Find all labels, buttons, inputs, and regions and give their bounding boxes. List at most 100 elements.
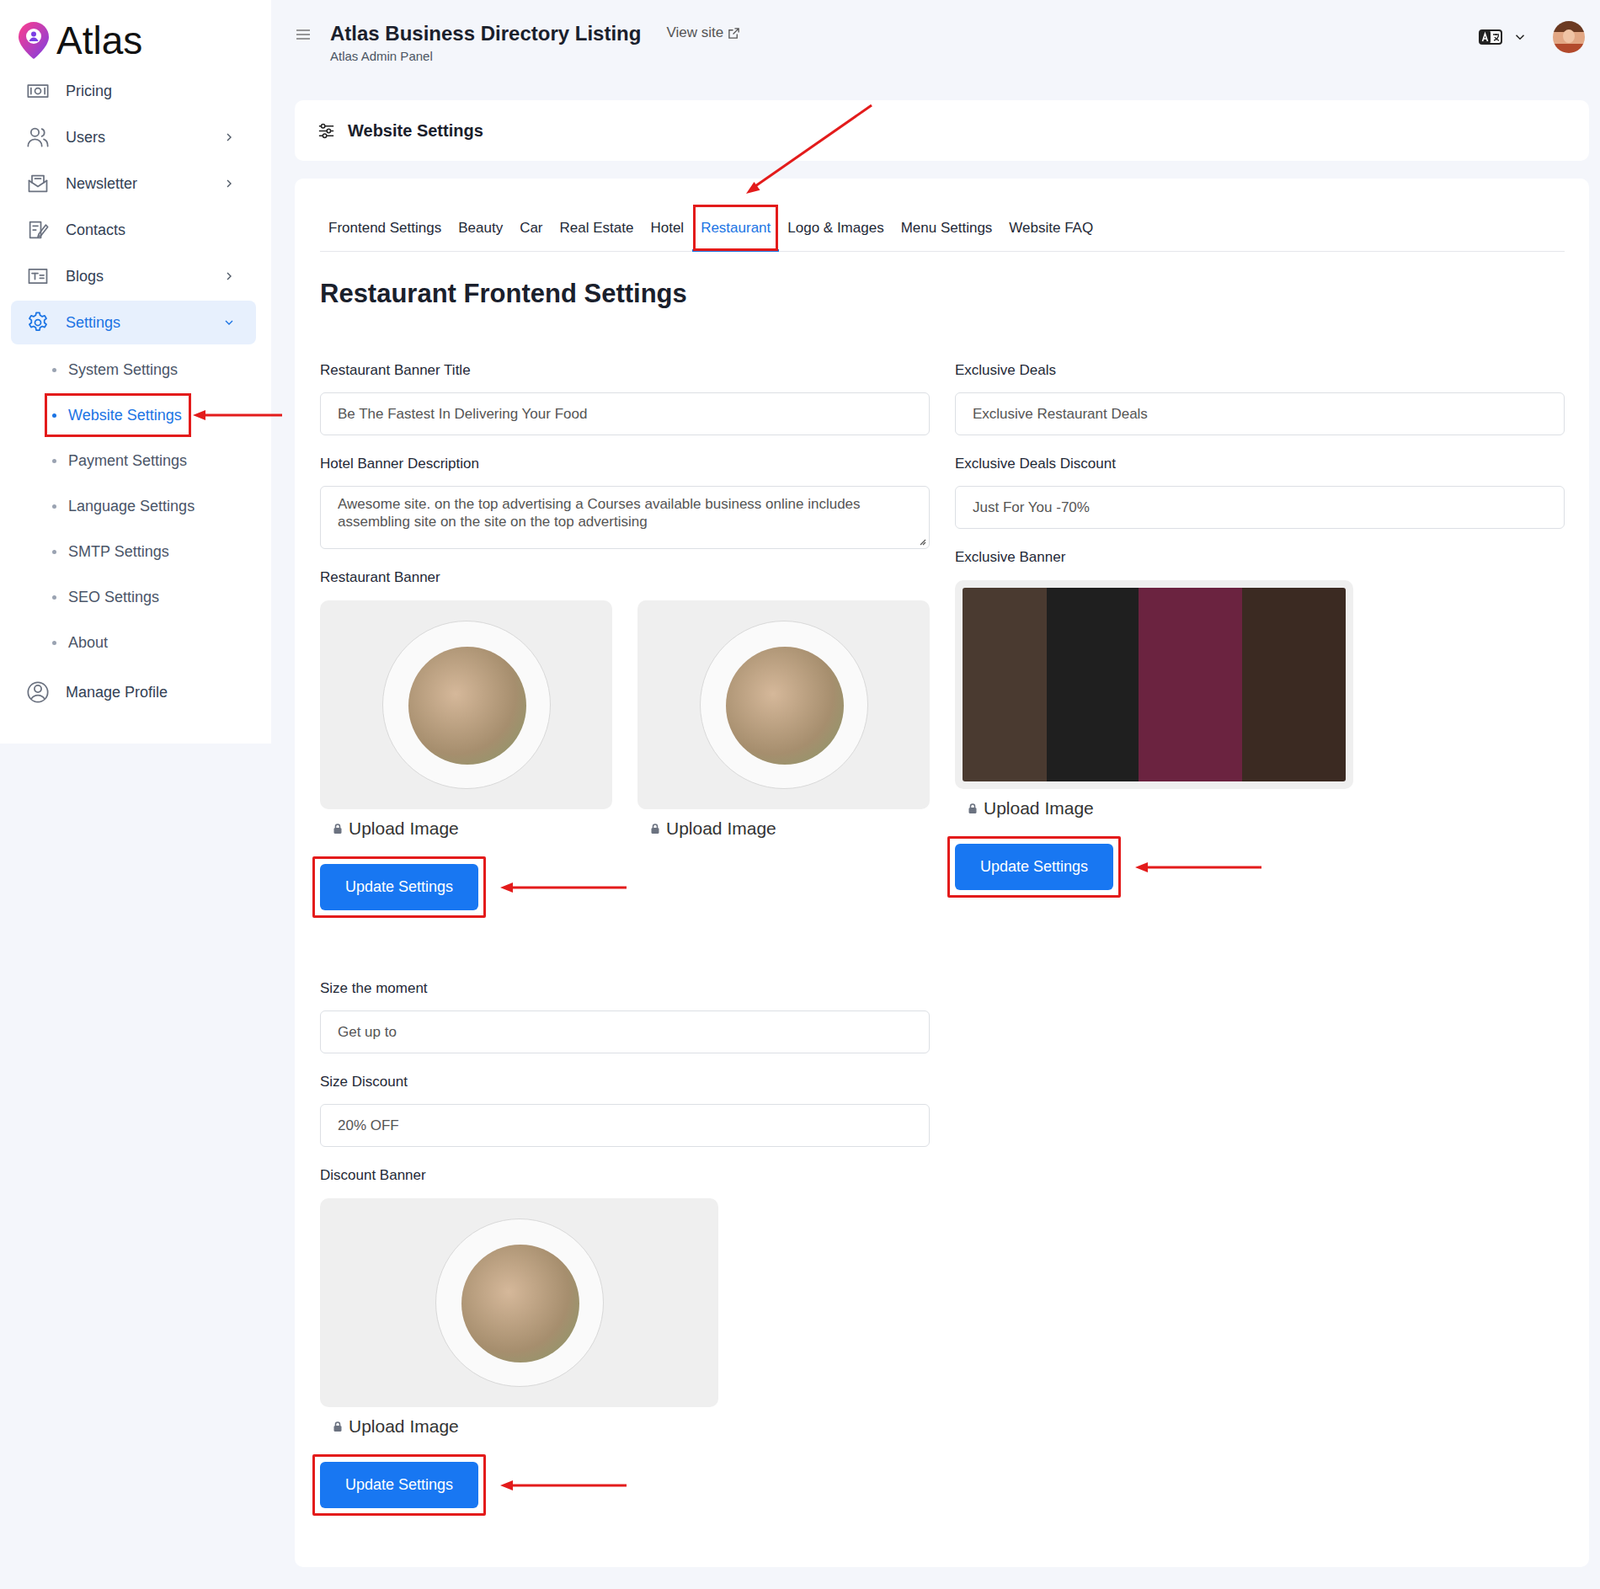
bullet-dot: [52, 368, 57, 373]
upload-image-button[interactable]: Upload Image: [637, 818, 930, 839]
sidebar-subitem[interactable]: Payment Settings: [44, 438, 197, 483]
users-icon: [26, 125, 50, 150]
bullet-dot: [52, 549, 57, 555]
tab[interactable]: Frontend Settings: [320, 203, 450, 252]
tab[interactable]: Menu Settings: [892, 203, 1002, 252]
tab[interactable]: Car: [511, 203, 551, 252]
banner-field: Exclusive BannerUpload Image: [954, 548, 1565, 819]
app-subtitle: Atlas Admin Panel: [330, 48, 641, 64]
form-column: Restaurant Banner Title Hotel Banner Desc…: [320, 361, 930, 1509]
menu-icon[interactable]: [294, 26, 312, 43]
sidebar-submenu: System SettingsWebsite SettingsPayment S…: [0, 346, 272, 666]
tab[interactable]: Logo & Images: [778, 203, 892, 252]
banknote-icon: [26, 79, 50, 103]
external-link-icon: [727, 26, 741, 40]
text-input[interactable]: [320, 1010, 930, 1054]
upload-image-button[interactable]: Upload Image: [954, 798, 1354, 819]
banner-image: [320, 1198, 719, 1408]
annotation-arrow-icon: [192, 408, 283, 422]
sidebar-menu: PricingUsersNewsletterContactsBlogsSetti…: [0, 69, 272, 715]
annotation-box: Update Settings: [312, 856, 486, 918]
sidebar-item[interactable]: Newsletter: [10, 161, 256, 206]
form-field: Size the moment: [320, 979, 930, 1054]
field-label: Size Discount: [320, 1072, 930, 1091]
bullet-dot: [52, 595, 57, 600]
banner-image: [954, 580, 1354, 790]
form-column: Exclusive Deals Exclusive Deals Discount E…: [954, 361, 1565, 891]
text-input[interactable]: [954, 392, 1565, 436]
form-section: Size the moment Size Discount Discount Ban…: [320, 979, 930, 1509]
annotation-arrow-icon: [734, 99, 878, 201]
logo[interactable]: Atlas: [0, 15, 272, 66]
update-settings-button[interactable]: Update Settings: [954, 843, 1114, 891]
chevron-icon: [222, 315, 236, 330]
pin-logo-icon: [16, 20, 52, 61]
sidebar-subitem[interactable]: SMTP Settings: [44, 529, 179, 574]
sidebar-item[interactable]: Contacts: [10, 208, 256, 252]
annotation-arrow-icon: [1135, 860, 1262, 875]
tab[interactable]: Real Estate: [551, 203, 643, 252]
sidebar-subitem[interactable]: Language Settings: [44, 484, 204, 528]
top-bar: Atlas Business Directory ListingAtlas Ad…: [294, 21, 1590, 83]
update-settings-button[interactable]: Update Settings: [320, 864, 479, 911]
bullet-dot: [52, 413, 57, 418]
annotation-arrow-icon: [500, 880, 627, 895]
banner-field: Discount Banner Upload Image: [320, 1166, 930, 1437]
sidebar-item[interactable]: Pricing: [10, 69, 256, 113]
sidebar-item[interactable]: Blogs: [10, 254, 256, 299]
sidebar-subitem[interactable]: About: [44, 620, 118, 665]
update-settings-button[interactable]: Update Settings: [320, 1461, 479, 1509]
chevron-icon: [222, 269, 236, 283]
sidebar-item[interactable]: Users: [10, 115, 256, 160]
chevron-icon: [222, 130, 236, 144]
upload-image-button[interactable]: Upload Image: [320, 818, 613, 839]
tab[interactable]: Website FAQ: [1000, 203, 1102, 252]
view-site-link[interactable]: View site: [666, 24, 741, 42]
tab[interactable]: Restaurant: [692, 203, 779, 252]
text-input[interactable]: [954, 485, 1565, 529]
field-label: Exclusive Deals Discount: [954, 454, 1565, 473]
lock-icon: [331, 1420, 344, 1433]
sidebar-subitem[interactable]: Website Settings: [44, 393, 192, 438]
lock-icon: [331, 822, 344, 835]
field-label: Exclusive Deals: [954, 361, 1565, 379]
field-label: Restaurant Banner: [320, 568, 930, 587]
settings-card: Frontend SettingsBeautyCarReal EstateHot…: [294, 178, 1590, 1568]
field-label: Hotel Banner Description: [320, 454, 930, 473]
logo-text: Atlas: [56, 21, 143, 60]
lock-icon: [649, 822, 662, 835]
field-label: Restaurant Banner Title: [320, 361, 930, 379]
tab[interactable]: Hotel: [641, 203, 693, 252]
form-field: Exclusive Deals Discount: [954, 454, 1565, 529]
sliders-icon: [316, 121, 336, 141]
language-icon[interactable]: [1478, 28, 1503, 46]
user-avatar[interactable]: [1552, 21, 1585, 54]
admin-page: Atlas PricingUsersNewsletterContactsBlogs…: [0, 0, 1600, 1589]
text-input[interactable]: [320, 1104, 930, 1147]
sidebar-item[interactable]: Settings: [10, 300, 256, 345]
form-section: Exclusive Deals Exclusive Deals Discount E…: [954, 361, 1565, 891]
chevron-icon: [222, 176, 236, 191]
sidebar-item[interactable]: Manage Profile: [10, 670, 256, 715]
tab[interactable]: Beauty: [449, 203, 512, 252]
envelope-icon: [26, 171, 50, 196]
tab-bar: Frontend SettingsBeautyCarReal EstateHot…: [320, 203, 1565, 252]
text-area[interactable]: Awesome site. on the top advertising a C…: [320, 485, 930, 550]
sidebar-subitem[interactable]: SEO Settings: [44, 575, 169, 619]
sidebar-subitem[interactable]: System Settings: [44, 347, 187, 392]
resize-grip-icon[interactable]: [917, 537, 927, 546]
main-area: Atlas Business Directory ListingAtlas Ad…: [271, 0, 1600, 1589]
field-label: Discount Banner: [320, 1166, 930, 1184]
banner-field: Restaurant Banner Upload Image Upload Imag…: [320, 568, 930, 839]
text-input[interactable]: [320, 392, 930, 436]
field-label: Size the moment: [320, 979, 930, 998]
form-field: Restaurant Banner Title: [320, 361, 930, 436]
upload-image-button[interactable]: Upload Image: [320, 1416, 719, 1437]
bullet-dot: [52, 640, 57, 646]
dropdown-chevron-icon[interactable]: [1512, 29, 1528, 45]
form-heading: Restaurant Frontend Settings: [320, 277, 1565, 310]
form-section: Restaurant Banner Title Hotel Banner Desc…: [320, 361, 930, 911]
annotation-box: Update Settings: [312, 1454, 486, 1516]
lock-icon: [966, 802, 979, 815]
bullet-dot: [52, 458, 57, 464]
